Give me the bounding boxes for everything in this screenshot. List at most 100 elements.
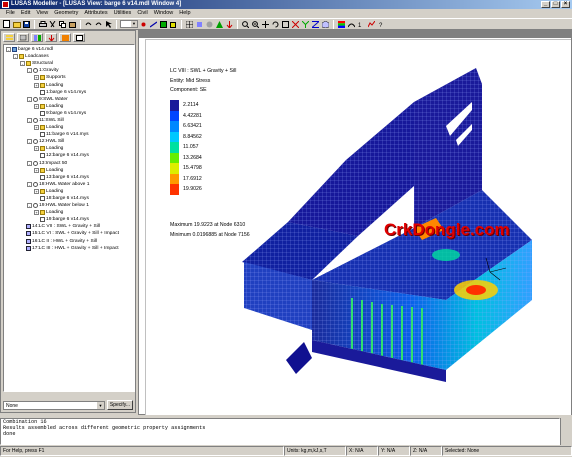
loading-icon[interactable] bbox=[225, 20, 234, 29]
tree-node[interactable]: 11:barge 6 v14.mys bbox=[4, 131, 134, 138]
tree-node[interactable]: 19:barge 6 v14.mys bbox=[4, 216, 134, 223]
tree-node[interactable]: + Loading bbox=[4, 188, 134, 195]
expand-icon[interactable]: + bbox=[34, 167, 39, 173]
expand-icon[interactable]: + bbox=[34, 103, 39, 109]
mesh-icon[interactable] bbox=[185, 20, 194, 29]
collapse-icon[interactable]: - bbox=[13, 54, 18, 60]
cut-icon[interactable] bbox=[48, 20, 57, 29]
undo-icon[interactable] bbox=[84, 20, 93, 29]
groups-tab-icon[interactable] bbox=[17, 33, 29, 42]
selection-mode-combo[interactable]: ▼ bbox=[120, 20, 138, 28]
paste-icon[interactable] bbox=[68, 20, 77, 29]
tree-node[interactable]: + Loading bbox=[4, 81, 134, 88]
attributes-tab-icon[interactable] bbox=[31, 33, 43, 42]
report-tab-icon[interactable] bbox=[73, 33, 85, 42]
expand-icon[interactable]: + bbox=[34, 210, 39, 216]
text-output-window[interactable]: Combination 16 Results assembled across … bbox=[0, 418, 560, 445]
menu-geometry[interactable]: Geometry bbox=[54, 9, 78, 18]
collapse-icon[interactable]: - bbox=[27, 68, 32, 74]
expand-icon[interactable]: + bbox=[34, 125, 39, 131]
expand-icon[interactable]: + bbox=[34, 188, 39, 194]
menu-civil[interactable]: Civil bbox=[137, 9, 147, 18]
tree-node[interactable]: 16:LC II : HWL + Gravity + Sill bbox=[4, 238, 134, 245]
view-z-icon[interactable] bbox=[311, 20, 320, 29]
zoom-in-icon[interactable] bbox=[241, 20, 250, 29]
contours-icon[interactable] bbox=[337, 20, 346, 29]
help-icon[interactable]: ? bbox=[377, 20, 386, 29]
tree-node[interactable]: 14:LC VII : SWL + Gravity + Sill bbox=[4, 223, 134, 230]
tree-node[interactable]: 18:barge 6 v14.mys bbox=[4, 195, 134, 202]
tree-node[interactable]: - 11:SWL Sill bbox=[4, 117, 134, 124]
loadcases-tab-icon[interactable] bbox=[45, 33, 57, 42]
specify-button[interactable]: Specify... bbox=[107, 400, 133, 410]
volume-icon[interactable] bbox=[169, 20, 178, 29]
tree-node[interactable]: + Loading bbox=[4, 167, 134, 174]
menu-utilities[interactable]: Utilities bbox=[114, 9, 132, 18]
select-dropdown[interactable]: None ▼ bbox=[3, 401, 105, 410]
collapse-icon[interactable]: - bbox=[6, 47, 11, 53]
tree-node[interactable]: 15:LC VI : SWL + Gravity + Sill + Impact bbox=[4, 230, 134, 237]
tree-node[interactable]: + Loading bbox=[4, 145, 134, 152]
menu-window[interactable]: Window bbox=[154, 9, 174, 18]
collapse-icon[interactable]: - bbox=[27, 96, 32, 102]
menu-edit[interactable]: Edit bbox=[21, 9, 30, 18]
geometric-attribute-icon[interactable] bbox=[195, 20, 204, 29]
copy-icon[interactable] bbox=[58, 20, 67, 29]
tree-node[interactable]: - 18:HWL Water above 1 bbox=[4, 181, 134, 188]
tree-node[interactable]: - 13:Impact 50 bbox=[4, 160, 134, 167]
values-icon[interactable]: 1 bbox=[357, 20, 366, 29]
menu-help[interactable]: Help bbox=[179, 9, 190, 18]
tree-node[interactable]: 12:barge 6 v14.mys bbox=[4, 152, 134, 159]
zoom-out-icon[interactable] bbox=[251, 20, 260, 29]
utilities-tab-icon[interactable] bbox=[59, 33, 71, 42]
tree-node[interactable]: + Loading bbox=[4, 103, 134, 110]
tree-node[interactable]: - barge 6 v14.mdl bbox=[4, 46, 134, 53]
new-file-icon[interactable] bbox=[2, 20, 11, 29]
redo-icon[interactable] bbox=[94, 20, 103, 29]
collapse-icon[interactable]: - bbox=[27, 181, 32, 187]
tree-node[interactable]: - 12:HWL Sill bbox=[4, 138, 134, 145]
collapse-icon[interactable]: - bbox=[27, 139, 32, 145]
print-icon[interactable] bbox=[38, 20, 47, 29]
support-icon[interactable] bbox=[215, 20, 224, 29]
fit-view-icon[interactable] bbox=[281, 20, 290, 29]
tree-node[interactable]: - Structural bbox=[4, 60, 134, 67]
save-icon[interactable] bbox=[22, 20, 31, 29]
tree-node[interactable]: 9:barge 6 v14.mys bbox=[4, 110, 134, 117]
tree-node[interactable]: 17:LC III : HWL + Gravity + Sill + Impac… bbox=[4, 245, 134, 252]
view-x-icon[interactable] bbox=[291, 20, 300, 29]
select-arrow-icon[interactable] bbox=[104, 20, 113, 29]
surface-icon[interactable] bbox=[159, 20, 168, 29]
tree-node[interactable]: - 19:HWL Water below 1 bbox=[4, 202, 134, 209]
tree-node[interactable]: 1:barge 6 v14.mys bbox=[4, 89, 134, 96]
pan-icon[interactable] bbox=[261, 20, 270, 29]
collapse-icon[interactable]: - bbox=[27, 160, 32, 166]
expand-icon[interactable]: + bbox=[34, 82, 39, 88]
menu-file[interactable]: File bbox=[6, 9, 15, 18]
tree-node[interactable]: - 1:Gravity bbox=[4, 67, 134, 74]
diagram-icon[interactable] bbox=[367, 20, 376, 29]
tree-node[interactable]: + Supports bbox=[4, 74, 134, 81]
menu-attributes[interactable]: Attributes bbox=[84, 9, 107, 18]
close-button[interactable]: × bbox=[561, 1, 570, 8]
output-scrollbar[interactable] bbox=[560, 418, 572, 445]
open-folder-icon[interactable] bbox=[12, 20, 21, 29]
graphics-viewport[interactable]: LC VIII : SWL + Gravity + Sill Entity: M… bbox=[145, 39, 571, 415]
deformed-mesh-icon[interactable] bbox=[347, 20, 356, 29]
tree-node[interactable]: + Loading bbox=[4, 124, 134, 131]
maximize-button[interactable]: □ bbox=[551, 1, 560, 8]
tree-node[interactable]: - 9:SWL Water bbox=[4, 96, 134, 103]
chevron-down-icon[interactable]: ▼ bbox=[97, 402, 104, 409]
collapse-icon[interactable]: - bbox=[20, 61, 25, 67]
expand-icon[interactable]: + bbox=[34, 146, 39, 152]
point-icon[interactable] bbox=[139, 20, 148, 29]
material-icon[interactable] bbox=[205, 20, 214, 29]
layers-tab-icon[interactable] bbox=[3, 33, 15, 42]
tree-node[interactable]: - Loadcases bbox=[4, 53, 134, 60]
collapse-icon[interactable]: - bbox=[27, 203, 32, 209]
expand-icon[interactable]: + bbox=[34, 75, 39, 81]
tree-node[interactable]: 13:barge 6 v14.mys bbox=[4, 174, 134, 181]
isometric-icon[interactable] bbox=[321, 20, 330, 29]
view-y-icon[interactable] bbox=[301, 20, 310, 29]
rotate-icon[interactable] bbox=[271, 20, 280, 29]
